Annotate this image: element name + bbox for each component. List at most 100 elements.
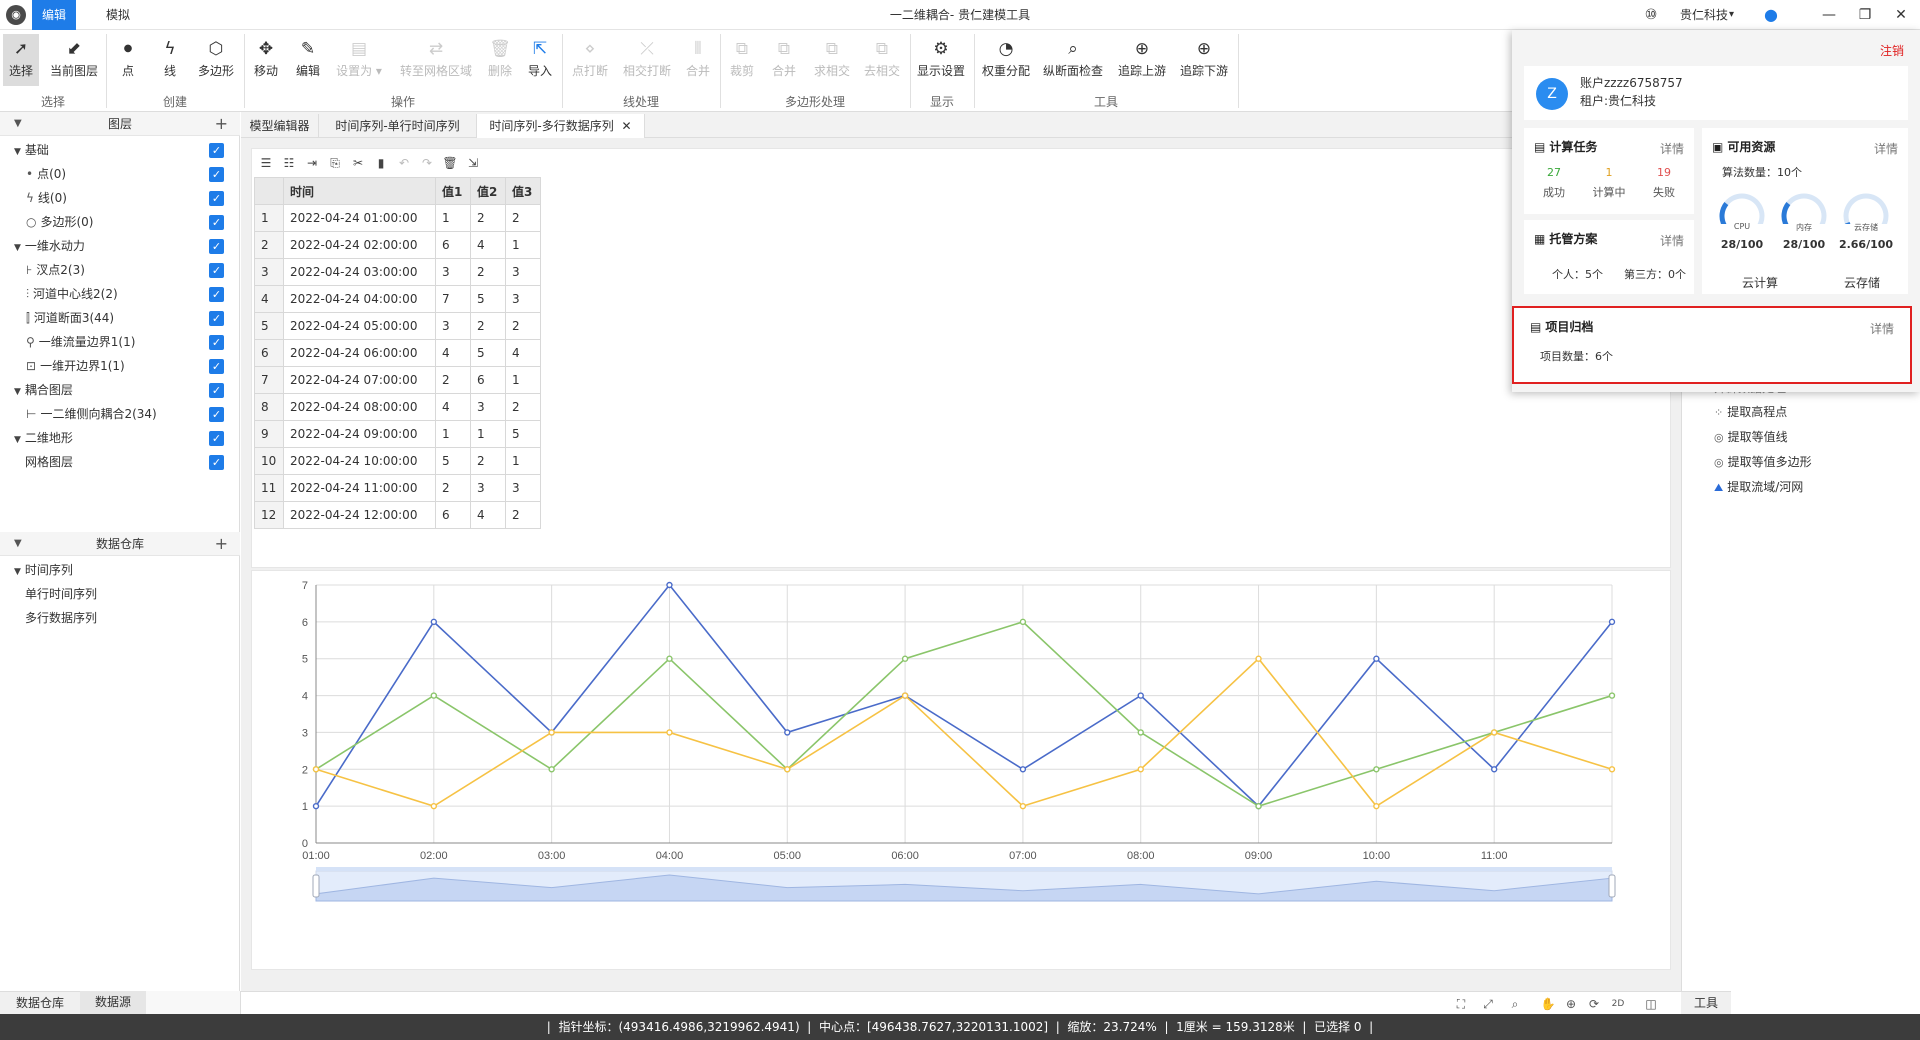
layer-visibility-checkbox[interactable]: ✓ bbox=[209, 335, 224, 350]
user-avatar-icon[interactable]: ● bbox=[1761, 0, 1781, 30]
datazoom-handle-left[interactable] bbox=[312, 874, 320, 898]
table-cell[interactable]: 6 bbox=[470, 366, 506, 394]
datazoom-handle-right[interactable] bbox=[1608, 874, 1616, 898]
extract-contour-link[interactable]: ◎ 提取等值线 bbox=[1714, 425, 1788, 449]
copy-icon[interactable]: ⎘ bbox=[325, 153, 345, 173]
expand-icon[interactable]: ▼ bbox=[14, 147, 21, 157]
table-cell[interactable]: 2022-04-24 07:00:00 bbox=[283, 366, 436, 394]
table-cell[interactable]: 1 bbox=[435, 420, 471, 448]
redo-icon[interactable]: ↷ bbox=[417, 153, 437, 173]
refresh-icon[interactable]: ⟳ bbox=[1584, 994, 1604, 1014]
close-icon[interactable]: ✕ bbox=[622, 119, 632, 133]
table-cell[interactable]: 2 bbox=[505, 393, 541, 421]
trace-downstream-button[interactable]: ⊕ 追踪下游 bbox=[1176, 34, 1232, 86]
zoom-search-icon[interactable]: ⌕ bbox=[1505, 994, 1525, 1014]
tab-multi-series[interactable]: 时间序列-多行数据序列 ✕ bbox=[477, 114, 645, 138]
layer-row[interactable]: ϟ 线(0) ✓ bbox=[0, 186, 240, 210]
table-cell[interactable]: 2 bbox=[470, 204, 506, 232]
point-button[interactable]: ● 点 bbox=[112, 34, 144, 86]
table-row[interactable]: 12 2022-04-24 12:00:00 6 4 2 bbox=[254, 501, 541, 529]
add-row-icon[interactable]: ☷ bbox=[279, 153, 299, 173]
layer-row[interactable]: ▼ 基础 ✓ bbox=[0, 138, 240, 162]
expand-icon[interactable]: ⤢ bbox=[1478, 994, 1498, 1014]
merge-line-button[interactable]: ⫴ 合并 bbox=[682, 34, 714, 86]
edit-button[interactable]: ✎ 编辑 bbox=[292, 34, 324, 86]
expand-icon[interactable]: ▼ bbox=[14, 567, 21, 577]
layer-row[interactable]: ⊦ 汊点2(3) ✓ bbox=[0, 258, 240, 282]
zoom-in-icon[interactable]: ⊕ bbox=[1561, 994, 1581, 1014]
trash-icon[interactable]: 🗑 bbox=[440, 153, 460, 173]
table-row[interactable]: 11 2022-04-24 11:00:00 2 3 3 bbox=[254, 474, 541, 502]
table-cell[interactable]: 4 bbox=[470, 231, 506, 259]
table-cell[interactable]: 2022-04-24 04:00:00 bbox=[283, 285, 436, 313]
table-cell[interactable]: 1 bbox=[470, 420, 506, 448]
import-button[interactable]: ⇱ 导入 bbox=[524, 34, 556, 86]
extract-elevation-link[interactable]: ⁘ 提取高程点 bbox=[1714, 400, 1787, 424]
layer-row[interactable]: ⫶ 河道中心线2(2) ✓ bbox=[0, 282, 240, 306]
layer-row[interactable]: ⊢ 一二维侧向耦合2(34) ✓ bbox=[0, 402, 240, 426]
layer-visibility-checkbox[interactable]: ✓ bbox=[209, 287, 224, 302]
table-cell[interactable]: 2022-04-24 09:00:00 bbox=[283, 420, 436, 448]
layer-visibility-checkbox[interactable]: ✓ bbox=[209, 383, 224, 398]
table-cell[interactable]: 2022-04-24 10:00:00 bbox=[283, 447, 436, 475]
current-layer-button[interactable]: ⬋ 当前图层 bbox=[46, 34, 102, 86]
cut-icon[interactable]: ✂ bbox=[348, 153, 368, 173]
set-as-button[interactable]: ▤ 设置为 ▾ bbox=[332, 34, 386, 86]
table-cell[interactable]: 4 bbox=[470, 501, 506, 529]
column-header[interactable] bbox=[254, 177, 284, 205]
app-logo-icon[interactable]: ◉ bbox=[6, 5, 26, 25]
add-layer-icon[interactable]: + bbox=[215, 112, 228, 136]
table-cell[interactable]: 4 bbox=[435, 339, 471, 367]
layer-visibility-checkbox[interactable]: ✓ bbox=[209, 215, 224, 230]
expand-icon[interactable]: ▼ bbox=[14, 435, 21, 445]
column-header[interactable]: 值2 bbox=[470, 177, 506, 205]
layer-row[interactable]: ▼ 一维水动力 ✓ bbox=[0, 234, 240, 258]
resources-detail-link[interactable]: 详情 bbox=[1874, 140, 1898, 157]
logout-link[interactable]: 注销 bbox=[1880, 42, 1904, 59]
table-cell[interactable]: 1 bbox=[435, 204, 471, 232]
table-cell[interactable]: 6 bbox=[435, 501, 471, 529]
layer-visibility-checkbox[interactable]: ✓ bbox=[209, 359, 224, 374]
minimize-button[interactable]: — bbox=[1812, 0, 1846, 30]
profile-check-button[interactable]: ⌕ 纵断面检查 bbox=[1040, 34, 1106, 86]
table-cell[interactable]: 2 bbox=[470, 258, 506, 286]
panel-icon[interactable]: ◫ bbox=[1641, 994, 1661, 1014]
layer-row[interactable]: • 点(0) ✓ bbox=[0, 162, 240, 186]
table-cell[interactable]: 3 bbox=[470, 393, 506, 421]
table-cell[interactable]: 2 bbox=[505, 204, 541, 232]
expand-icon[interactable]: ▼ bbox=[14, 387, 21, 397]
extract-contour-polygon-link[interactable]: ◎ 提取等值多边形 bbox=[1714, 450, 1812, 474]
weight-button[interactable]: ◔ 权重分配 bbox=[978, 34, 1034, 86]
collapse-icon[interactable]: ▼ bbox=[14, 112, 22, 136]
delete-row-icon[interactable]: ⇥ bbox=[302, 153, 322, 173]
column-header[interactable]: 值1 bbox=[435, 177, 471, 205]
tree-item-timeseries[interactable]: ▼ 时间序列 bbox=[0, 558, 240, 582]
line-button[interactable]: ϟ线 bbox=[154, 34, 186, 86]
table-cell[interactable]: 2022-04-24 12:00:00 bbox=[283, 501, 436, 529]
table-cell[interactable]: 3 bbox=[470, 474, 506, 502]
tab-data-source[interactable]: 数据源 bbox=[80, 991, 146, 1014]
table-cell[interactable]: 1 bbox=[505, 366, 541, 394]
tab-tools[interactable]: 工具 bbox=[1681, 991, 1731, 1014]
table-cell[interactable]: 2 bbox=[505, 312, 541, 340]
table-cell[interactable]: 2022-04-24 06:00:00 bbox=[283, 339, 436, 367]
table-row[interactable]: 3 2022-04-24 03:00:00 3 2 3 bbox=[254, 258, 541, 286]
layer-visibility-checkbox[interactable]: ✓ bbox=[209, 311, 224, 326]
select-button[interactable]: ➚ 选择 bbox=[3, 34, 39, 86]
table-cell[interactable]: 2022-04-24 01:00:00 bbox=[283, 204, 436, 232]
table-cell[interactable]: 5 bbox=[435, 447, 471, 475]
layer-row[interactable]: ▼ 二维地形 ✓ bbox=[0, 426, 240, 450]
table-cell[interactable]: 2 bbox=[435, 366, 471, 394]
table-cell[interactable]: 1 bbox=[505, 447, 541, 475]
table-cell[interactable]: 2022-04-24 11:00:00 bbox=[283, 474, 436, 502]
chevron-down-icon[interactable]: ▾ bbox=[1729, 0, 1741, 30]
column-header[interactable]: 值3 bbox=[505, 177, 541, 205]
paste-icon[interactable]: ▮ bbox=[371, 153, 391, 173]
2d-icon[interactable]: 2D bbox=[1608, 994, 1628, 1014]
table-cell[interactable]: 7 bbox=[435, 285, 471, 313]
table-cell[interactable]: 2022-04-24 05:00:00 bbox=[283, 312, 436, 340]
layer-row[interactable]: ⊡ 一维开边界1(1) ✓ bbox=[0, 354, 240, 378]
table-cell[interactable]: 4 bbox=[505, 339, 541, 367]
trace-upstream-button[interactable]: ⊕ 追踪上游 bbox=[1114, 34, 1170, 86]
polygon-button[interactable]: ⬡ 多边形 bbox=[194, 34, 238, 86]
